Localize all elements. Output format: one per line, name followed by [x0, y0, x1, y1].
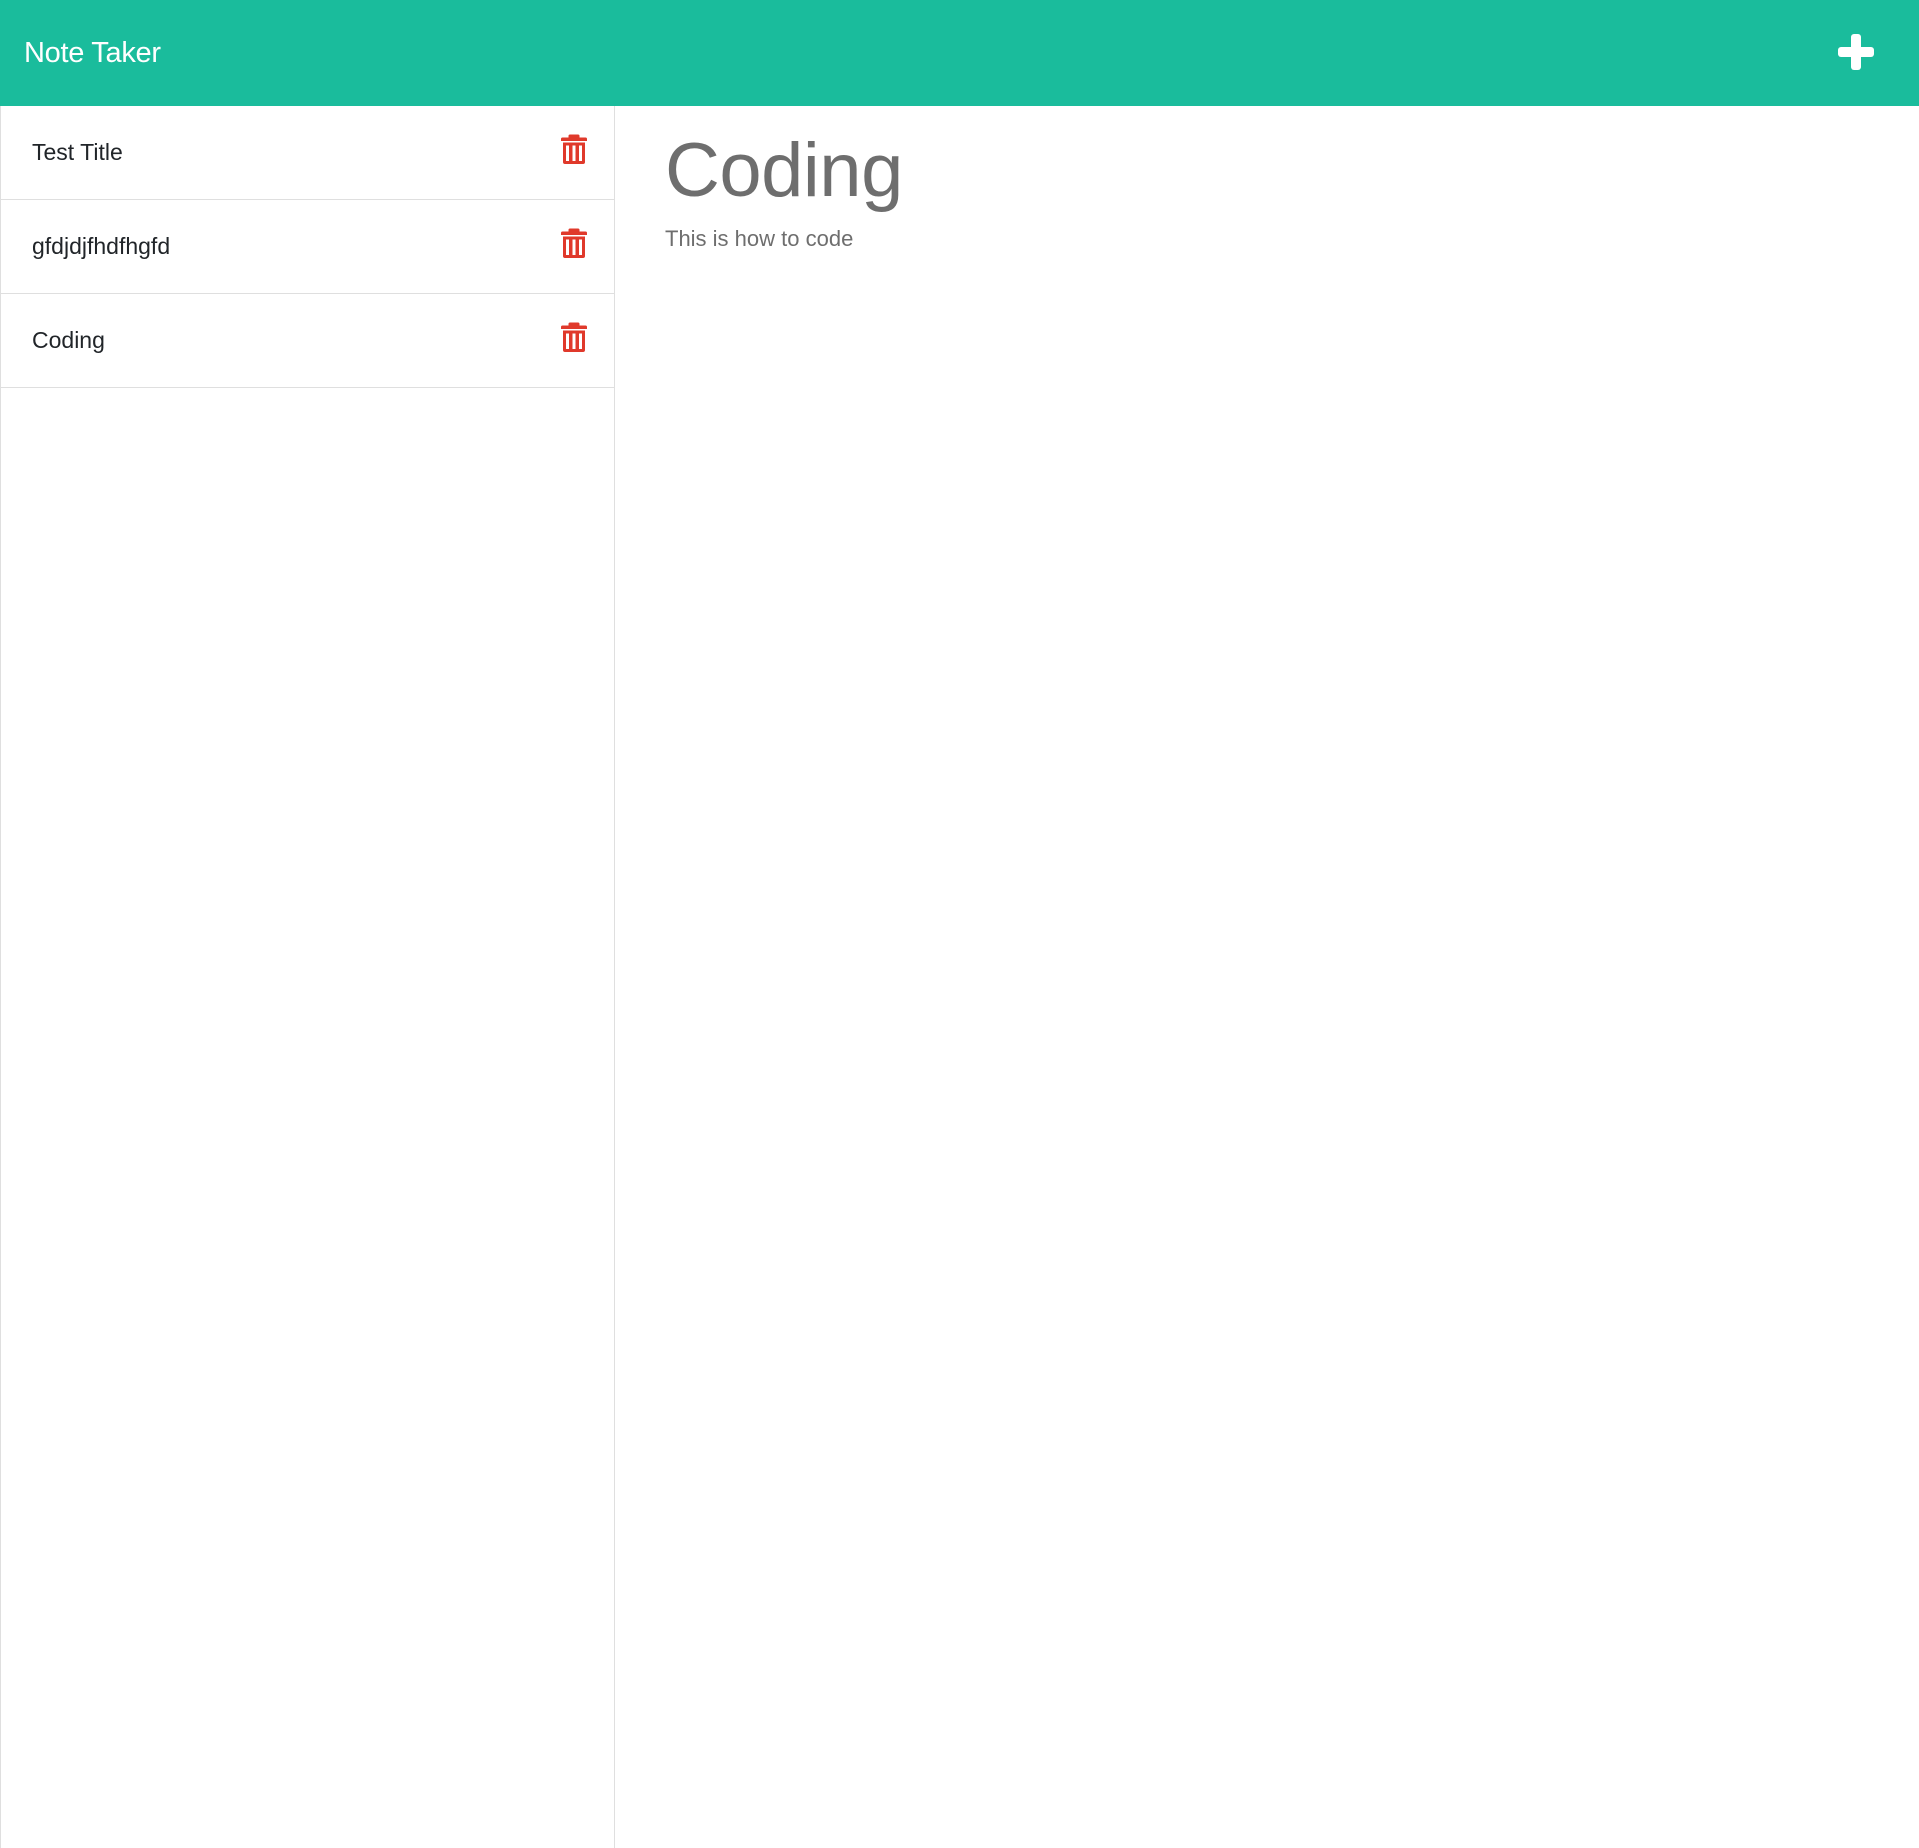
note-list-item-title[interactable]: Test Title	[32, 137, 123, 167]
note-title-input[interactable]: Coding	[665, 126, 903, 216]
delete-note-button[interactable]	[561, 228, 587, 258]
note-list-item[interactable]: gfdjdjfhdfhgfd	[1, 200, 614, 294]
note-list-item[interactable]: Test Title	[1, 106, 614, 200]
note-list-item-title[interactable]: gfdjdjfhdfhgfd	[32, 231, 170, 261]
trash-icon	[561, 322, 587, 352]
note-list-item-title[interactable]: Coding	[32, 325, 105, 355]
note-list: Test Title gfdjdjfhdfhgfd Coding	[1, 106, 614, 388]
note-text-area[interactable]: This is how to code	[665, 224, 853, 254]
trash-icon	[561, 134, 587, 164]
note-editor: Coding This is how to code	[616, 106, 1919, 1848]
navbar: Note Taker	[0, 0, 1919, 106]
app-title[interactable]: Note Taker	[24, 36, 161, 70]
new-note-button[interactable]	[1836, 32, 1876, 72]
note-list-item[interactable]: Coding	[1, 294, 614, 388]
plus-icon	[1838, 34, 1874, 70]
delete-note-button[interactable]	[561, 322, 587, 352]
delete-note-button[interactable]	[561, 134, 587, 164]
note-list-sidebar: Test Title gfdjdjfhdfhgfd Coding	[0, 106, 615, 1848]
trash-icon	[561, 228, 587, 258]
